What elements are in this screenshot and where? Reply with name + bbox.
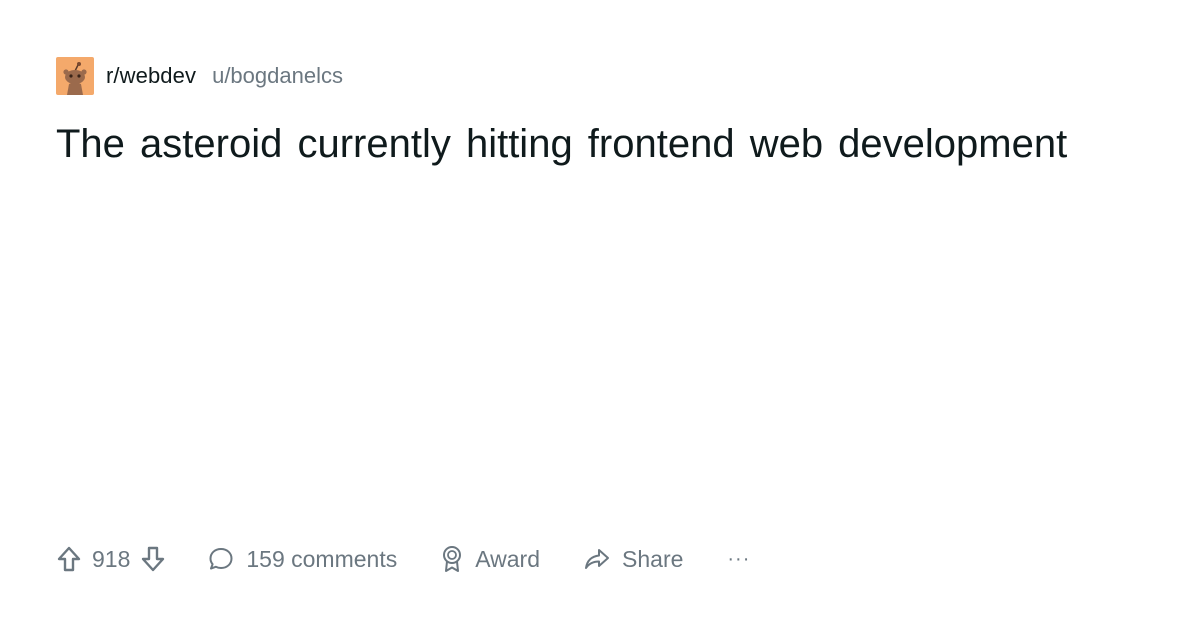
author-username[interactable]: u/bogdanelcs <box>212 63 343 89</box>
comments-button[interactable]: 159 comments <box>208 546 397 573</box>
post-share-card: r/webdev u/bogdanelcs The asteroid curre… <box>0 0 1200 630</box>
share-arrow-icon <box>584 547 610 571</box>
comments-label: 159 comments <box>246 545 398 572</box>
more-options-label: ··· <box>727 547 751 570</box>
share-label: Share <box>622 545 684 572</box>
post-title[interactable]: The asteroid currently hitting frontend … <box>56 120 1156 168</box>
award-button[interactable]: Award <box>441 545 540 573</box>
speech-bubble-icon <box>208 546 234 572</box>
subreddit-avatar-icon[interactable] <box>56 57 94 95</box>
share-button[interactable]: Share <box>584 546 683 573</box>
vote-score: 918 <box>92 545 131 572</box>
award-label: Award <box>475 545 541 572</box>
upvote-arrow-icon[interactable] <box>56 545 82 573</box>
post-meta: r/webdev u/bogdanelcs <box>56 57 343 95</box>
more-options-button[interactable]: ··· <box>727 548 750 571</box>
downvote-arrow-icon[interactable] <box>140 545 166 573</box>
post-action-bar: 918 159 comments Award Share ··· <box>56 540 750 578</box>
subreddit-name[interactable]: r/webdev <box>106 63 196 89</box>
award-medal-icon <box>441 545 463 573</box>
vote-group: 918 <box>56 545 166 573</box>
